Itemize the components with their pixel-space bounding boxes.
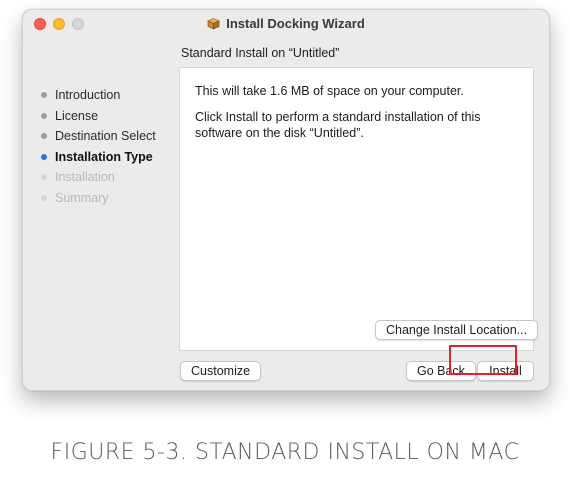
- step-label: Destination Select: [55, 129, 156, 143]
- step-bullet: [41, 153, 47, 160]
- step-license: License: [37, 106, 187, 127]
- package-icon: [207, 17, 221, 33]
- step-label: License: [55, 108, 99, 123]
- step-bullet: [41, 112, 47, 119]
- content-panel: This will take 1.6 MB of space on your c…: [179, 67, 539, 351]
- step-installation: Installation: [37, 167, 187, 188]
- step-bullet: [41, 92, 47, 98]
- page-subtitle: Standard Install on “Untitled”: [181, 46, 340, 60]
- step-bullet: [41, 133, 47, 139]
- step-label: Summary: [55, 190, 109, 205]
- step-summary: Summary: [37, 188, 187, 209]
- window-title: Install Docking Wizard: [226, 16, 365, 31]
- step-destination-select: Destination Select: [37, 126, 187, 147]
- space-required-text: This will take 1.6 MB of space on your c…: [195, 84, 464, 98]
- figure-caption: FIGURE 5-3. STANDARD INSTALL ON MAC: [50, 440, 520, 465]
- step-label: Introduction: [55, 88, 121, 102]
- step-bullet: [41, 174, 47, 180]
- step-installation-type: Installation Type: [37, 147, 187, 168]
- step-bullet: [41, 194, 47, 201]
- title-bar: Install Docking Wizard: [23, 10, 549, 38]
- step-introduction: Introduction: [37, 85, 187, 106]
- step-label: Installation: [55, 170, 115, 184]
- install-instructions-text: Click Install to perform a standard inst…: [195, 110, 481, 140]
- change-install-location-button[interactable]: Change Install Location...: [375, 320, 539, 340]
- install-highlight-box: [449, 345, 517, 375]
- installer-window: Install Docking Wizard Standard Install …: [22, 9, 550, 391]
- step-label: Installation Type: [55, 149, 153, 164]
- installer-steps: Introduction License Destination Select …: [37, 85, 187, 208]
- window-title-area: Install Docking Wizard: [23, 16, 549, 33]
- customize-button[interactable]: Customize: [180, 361, 262, 381]
